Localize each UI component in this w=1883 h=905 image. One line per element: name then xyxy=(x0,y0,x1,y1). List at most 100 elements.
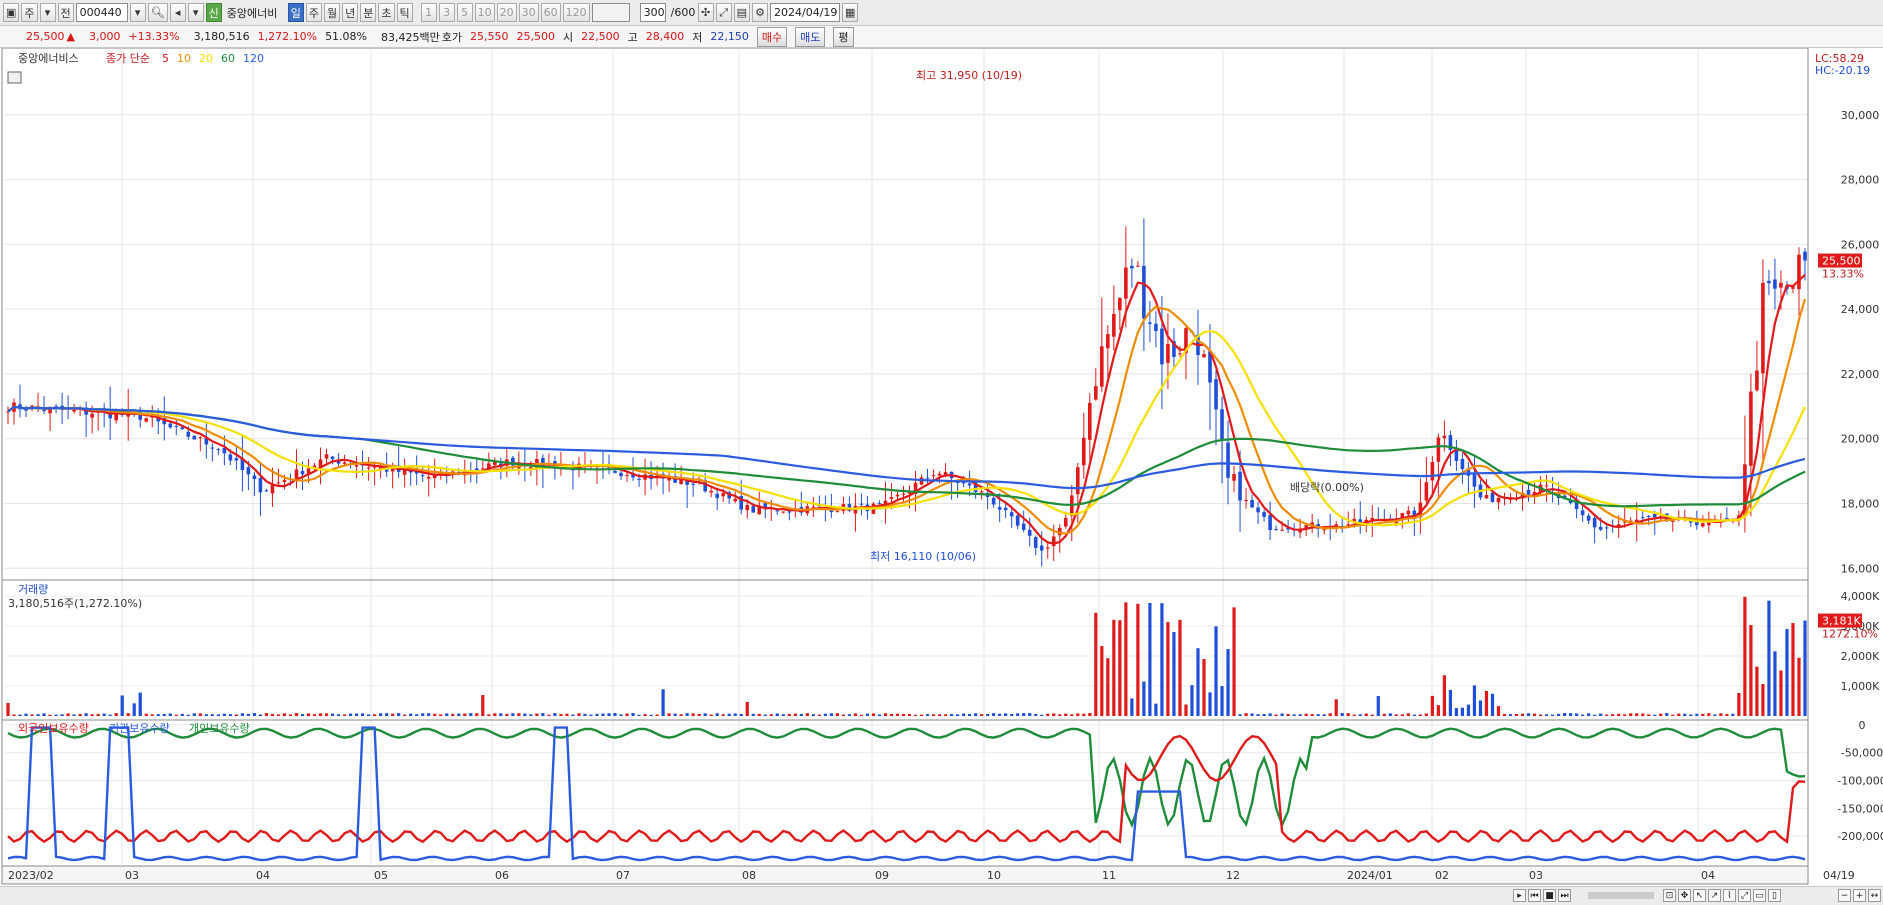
x-tick-label: 04/19 xyxy=(1823,869,1855,882)
volume-bar xyxy=(162,713,166,716)
volume-bar xyxy=(817,714,821,716)
scale-icon[interactable]: ⤢ xyxy=(715,3,732,22)
code-dropdown-icon[interactable]: ▾ xyxy=(129,3,146,22)
layout-icon[interactable]: ▣ xyxy=(3,3,20,22)
interval-tab-30[interactable]: 30 xyxy=(518,3,539,22)
candle-body xyxy=(72,409,76,412)
period-tab-2[interactable]: 월 xyxy=(324,3,341,22)
save-icon[interactable]: ▤ xyxy=(733,3,751,22)
price-tick-label: 26,000 xyxy=(1841,238,1880,251)
volume-bar xyxy=(1214,626,1218,716)
tool-a-icon[interactable]: ↖ xyxy=(1693,889,1706,902)
speaker-dropdown-icon[interactable]: ▾ xyxy=(187,3,204,22)
panel-icon xyxy=(7,71,22,84)
candle-body xyxy=(186,431,191,437)
price: 25,500 xyxy=(26,30,65,43)
interval-tab-10[interactable]: 10 xyxy=(474,3,495,22)
volume-bar xyxy=(294,713,299,716)
volume-bar xyxy=(907,713,912,716)
date-input[interactable]: 2024/04/19 xyxy=(770,3,841,22)
crosshair-icon[interactable]: ✣ xyxy=(697,3,714,22)
volume-bar xyxy=(1226,649,1230,716)
volume-bar xyxy=(222,713,226,716)
volume-bar xyxy=(1538,714,1543,716)
volume-bar xyxy=(1172,632,1176,716)
sell-button[interactable]: 매도 xyxy=(795,26,826,47)
interval-tab-1[interactable]: 1 xyxy=(420,3,437,22)
candle-body xyxy=(480,468,485,470)
interval-tab-5[interactable]: 5 xyxy=(456,3,473,22)
volume-bar xyxy=(1166,622,1170,716)
volume-bar xyxy=(1298,714,1302,716)
volume-bar xyxy=(889,713,894,716)
interval-tab-3[interactable]: 3 xyxy=(438,3,455,22)
candle-body xyxy=(859,503,864,505)
interval-custom-input[interactable] xyxy=(591,3,630,22)
volume-bar xyxy=(48,714,52,716)
zoom-in-icon[interactable]: + xyxy=(1853,889,1866,902)
buy-button[interactable]: 매수 xyxy=(756,26,788,47)
volume-bar xyxy=(1016,713,1020,716)
period-tab-6[interactable]: 틱 xyxy=(396,3,413,22)
volume-bar xyxy=(96,713,100,716)
scroll-last-icon[interactable]: ⏭ xyxy=(1558,889,1571,902)
chart-area[interactable]: 30,000 28,000 26,000 24,000 22,000 20,000 18,0… xyxy=(0,47,1883,886)
jeon-button[interactable]: 전 xyxy=(57,3,74,22)
chevron-down-icon[interactable]: ▾ xyxy=(39,3,56,22)
volume-bar xyxy=(523,713,527,716)
search-icon[interactable]: 🔍︎ xyxy=(147,3,168,22)
stop-icon[interactable]: ■ xyxy=(1543,889,1556,902)
zoom-reset-icon[interactable]: ⊡ xyxy=(1663,889,1676,902)
interval-tab-20[interactable]: 20 xyxy=(496,3,517,22)
volume-bar xyxy=(138,692,142,716)
period-tab-0[interactable]: 일 xyxy=(287,3,304,22)
volume-bar xyxy=(1100,646,1104,716)
interval-tab-120[interactable]: 120 xyxy=(562,3,590,22)
volume-bar xyxy=(1340,713,1344,716)
volume-bar xyxy=(1629,713,1633,716)
candle-body xyxy=(1280,529,1284,531)
speaker-icon[interactable]: ◂ xyxy=(169,3,186,22)
stock-code-input[interactable]: 000440 xyxy=(75,3,128,22)
eval-button[interactable]: 평 xyxy=(833,26,854,47)
volume-bar xyxy=(288,714,293,716)
volume-bar xyxy=(1514,714,1519,716)
candle-body xyxy=(961,482,966,484)
scroll-first-icon[interactable]: ⏮ xyxy=(1528,889,1541,902)
fit-icon[interactable]: ↔ xyxy=(1868,889,1881,902)
turnover: 51.08% xyxy=(325,30,368,43)
period-tab-4[interactable]: 분 xyxy=(360,3,377,22)
zoom-slider[interactable] xyxy=(1588,892,1654,899)
candle-body xyxy=(354,464,359,467)
zoom-out-icon[interactable]: − xyxy=(1838,889,1851,902)
volume-bar xyxy=(379,713,383,716)
tool-b-icon[interactable]: ↗ xyxy=(1708,889,1721,902)
period-tab-1[interactable]: 주 xyxy=(305,3,322,22)
candle-body xyxy=(1701,523,1705,527)
volume-bar xyxy=(757,713,761,716)
period-main-select[interactable]: 주 xyxy=(21,3,38,22)
interval-tab-60[interactable]: 60 xyxy=(540,3,561,22)
tool-c-icon[interactable]: ⌇ xyxy=(1723,889,1736,902)
candle-body xyxy=(937,473,942,476)
tool-f-icon[interactable]: ▯ xyxy=(1768,889,1781,902)
volume-bar xyxy=(667,713,671,716)
gear-icon[interactable]: ⚙ xyxy=(752,3,769,22)
stock-chart[interactable]: 30,000 28,000 26,000 24,000 22,000 20,000 18,0… xyxy=(0,47,1883,886)
candle-body xyxy=(721,493,725,497)
pan-icon[interactable]: ✥ xyxy=(1678,889,1691,902)
volume-bar xyxy=(1058,714,1062,716)
candle-body xyxy=(877,503,882,505)
period-tab-3[interactable]: 년 xyxy=(342,3,359,22)
volume-bar xyxy=(913,714,918,716)
volume-bar xyxy=(943,714,948,716)
count-input[interactable]: 300 xyxy=(639,3,666,22)
tool-e-icon[interactable]: ▭ xyxy=(1753,889,1766,902)
tool-d-icon[interactable]: ⤢ xyxy=(1738,889,1751,902)
scroll-left-icon[interactable]: ▸ xyxy=(1513,889,1526,902)
volume-bar xyxy=(1034,714,1038,716)
price-tick-label: 24,000 xyxy=(1841,303,1880,316)
legend-name: 중앙에너비스 xyxy=(18,52,79,65)
period-tab-5[interactable]: 초 xyxy=(378,3,395,22)
calendar-icon[interactable]: ▦ xyxy=(842,3,859,22)
